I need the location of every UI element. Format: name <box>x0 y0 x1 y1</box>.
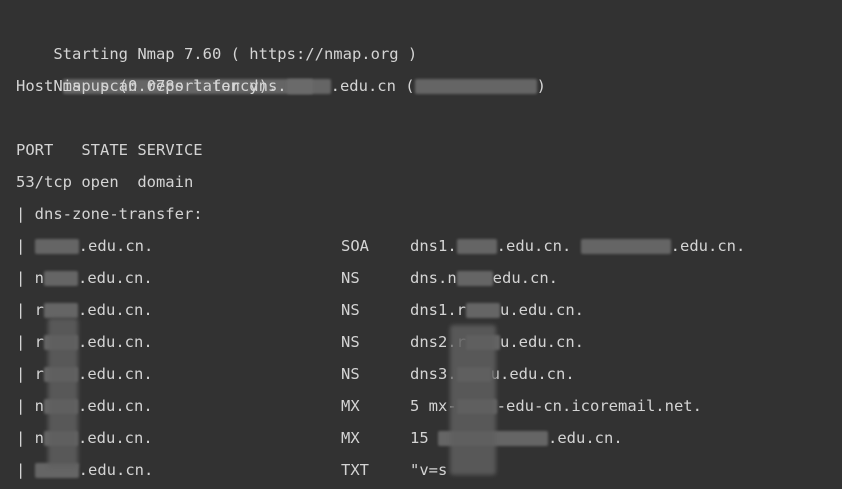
redacted-value <box>580 239 671 254</box>
redacted-subdomain <box>44 271 79 286</box>
record-type: NS <box>341 365 360 383</box>
dns-record-row: | n .edu.cn. MX 15 .edu.cn. <box>16 422 842 454</box>
record-type: SOA <box>341 237 369 255</box>
redaction-smear-left <box>48 318 78 468</box>
nmap-start-line: Starting Nmap 7.60 ( https://nmap.org ) <box>16 6 842 94</box>
port-table-header: PORT STATE SERVICE <box>16 141 203 159</box>
redacted-value <box>456 271 493 286</box>
dns-record-row: | r .edu.cn. NS dns2.r u.edu.cn. <box>16 326 842 358</box>
record-type: NS <box>341 301 360 319</box>
scan-report-line: Nmap scan report for dns. .edu.cn () <box>16 38 842 95</box>
terminal-output: Starting Nmap 7.60 ( https://nmap.org ) … <box>0 0 842 489</box>
redacted-subdomain <box>44 303 79 318</box>
redacted-value <box>466 303 500 318</box>
record-value: dns.n edu.cn. <box>410 269 558 287</box>
record-type: MX <box>341 429 360 447</box>
host-status-line: Host is up (0.078s latency). <box>16 77 278 95</box>
dns-record-row: | n .edu.cn. MX 5 mx- -edu-cn.icoremail.ne… <box>16 390 842 422</box>
dns-record-row: | .edu.cn. TXT "v=s <box>16 454 842 486</box>
record-type: NS <box>341 333 360 351</box>
dns-record-row: | r .edu.cn. NS dns3. u.edu.cn. <box>16 358 842 390</box>
dns-record-row: | .edu.cn. SOA dns1. .edu.cn. .edu.cn. <box>16 230 842 262</box>
record-type: MX <box>341 397 360 415</box>
script-name-line: | dns-zone-transfer: <box>16 205 203 223</box>
redacted-subdomain <box>34 239 79 254</box>
dns-record-row: | r .edu.cn. NS dns1.r u.edu.cn. <box>16 294 842 326</box>
record-value: 15 .edu.cn. <box>410 429 623 447</box>
record-name: | .edu.cn. <box>16 237 154 255</box>
port-row: 53/tcp open domain <box>16 173 194 191</box>
dns-record-row: | n .edu.cn. NS dns.n edu.cn. <box>16 262 842 294</box>
redacted-value <box>456 239 497 254</box>
record-value: "v=s <box>410 461 448 479</box>
record-value: dns2.r u.edu.cn. <box>410 333 584 351</box>
record-type: NS <box>341 269 360 287</box>
record-value: dns1.r u.edu.cn. <box>410 301 584 319</box>
record-name: | n .edu.cn. <box>16 269 153 287</box>
record-value: dns1. .edu.cn. .edu.cn. <box>410 237 746 255</box>
record-type: TXT <box>341 461 369 479</box>
redaction-smear-right <box>450 325 496 475</box>
